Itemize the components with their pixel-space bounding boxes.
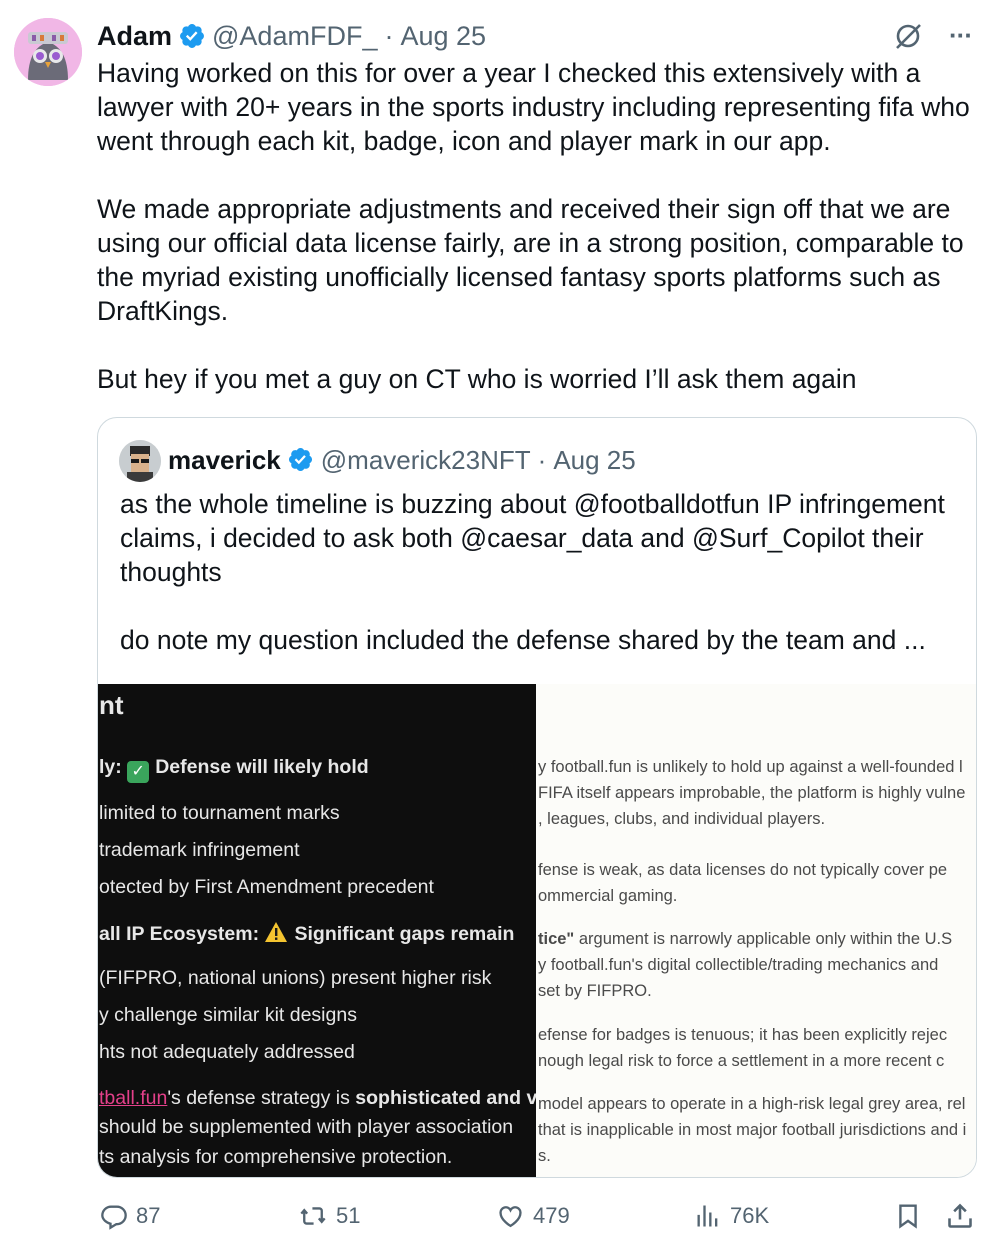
image-line: y challenge similar kit designs bbox=[99, 1004, 357, 1026]
quoted-header: maverick @maverick23NFT · Aug 25 bbox=[168, 442, 636, 478]
more-icon[interactable]: ··· bbox=[949, 20, 973, 51]
like-count: 479 bbox=[533, 1203, 570, 1228]
image-link: tball.fun bbox=[99, 1087, 168, 1109]
image-line: hts not adequately addressed bbox=[99, 1041, 355, 1063]
views-icon bbox=[694, 1202, 722, 1230]
separator-dot: · bbox=[537, 444, 547, 475]
image-line: (FIFPRO, national unions) present higher… bbox=[99, 967, 492, 989]
author-handle[interactable]: @AdamFDF_ bbox=[212, 21, 377, 52]
image-line: s. bbox=[538, 1147, 551, 1165]
tweet-date[interactable]: Aug 25 bbox=[400, 21, 486, 52]
image-line: otected by First Amendment precedent bbox=[99, 876, 434, 898]
quoted-author-handle[interactable]: @maverick23NFT bbox=[321, 445, 531, 476]
views-count: 76K bbox=[730, 1203, 770, 1228]
verified-badge-icon bbox=[178, 22, 206, 50]
like-button[interactable]: 479 bbox=[496, 1196, 570, 1236]
image-line: y football.fun is unlikely to hold up ag… bbox=[538, 758, 963, 776]
share-button[interactable] bbox=[946, 1196, 974, 1236]
quoted-text: as the whole timeline is buzzing about @… bbox=[120, 489, 945, 655]
header-actions: ··· bbox=[893, 20, 973, 51]
repost-icon bbox=[298, 1202, 328, 1230]
quoted-image-dark[interactable]: nt ly: ✓ Defense will likely hold limited… bbox=[98, 684, 536, 1177]
image-line: y football.fun's digital collectible/tra… bbox=[538, 956, 939, 974]
image-line: ly: ✓ Defense will likely hold bbox=[99, 756, 369, 783]
quoted-tweet[interactable]: maverick @maverick23NFT · Aug 25 as the … bbox=[97, 417, 977, 1178]
image-line: fense is weak, as data licenses do not t… bbox=[538, 861, 948, 879]
image-line: trademark infringement bbox=[99, 839, 300, 861]
quoted-image-light[interactable]: y football.fun is unlikely to hold up ag… bbox=[536, 684, 976, 1177]
verified-badge-icon bbox=[287, 446, 315, 474]
image-line: , leagues, clubs, and individual players… bbox=[538, 810, 826, 828]
image-line: that is inapplicable in most major footb… bbox=[538, 1121, 967, 1139]
like-icon bbox=[496, 1202, 525, 1230]
author-avatar[interactable] bbox=[14, 18, 82, 86]
reply-button[interactable]: 87 bbox=[100, 1196, 160, 1236]
image-line: efense for badges is tenuous; it has bee… bbox=[538, 1026, 948, 1044]
action-bar: 87 51 479 76K bbox=[0, 1196, 996, 1236]
repost-button[interactable]: 51 bbox=[298, 1196, 360, 1236]
grok-icon[interactable] bbox=[893, 21, 923, 51]
image-line: all IP Ecosystem: Significant gaps remai… bbox=[99, 921, 515, 945]
image-line: tball.fun's defense strategy is sophisti… bbox=[99, 1087, 536, 1109]
bookmark-icon bbox=[895, 1201, 921, 1231]
reply-count: 87 bbox=[136, 1203, 161, 1228]
share-icon bbox=[946, 1201, 974, 1231]
quoted-author-avatar[interactable] bbox=[119, 440, 161, 482]
image-line: nough legal risk to force a settlement i… bbox=[538, 1052, 945, 1070]
image-line: set by FIFPRO. bbox=[538, 982, 652, 1000]
warning-emoji-icon bbox=[264, 921, 288, 943]
image-line: should be supplemented with player assoc… bbox=[99, 1116, 514, 1138]
image-line: tice" argument is narrowly applicable on… bbox=[538, 930, 953, 948]
image-line: ts analysis for comprehensive protection… bbox=[99, 1146, 453, 1168]
image-heading: nt bbox=[99, 690, 124, 720]
quoted-author-name[interactable]: maverick bbox=[168, 445, 281, 476]
image-line: FIFA itself appears improbable, the plat… bbox=[538, 784, 966, 802]
repost-count: 51 bbox=[336, 1203, 361, 1228]
tweet-text: Having worked on this for over a year I … bbox=[97, 58, 970, 394]
image-line: model appears to operate in a high-risk … bbox=[538, 1095, 966, 1113]
author-name[interactable]: Adam bbox=[97, 21, 172, 52]
separator-dot: · bbox=[384, 20, 394, 51]
check-emoji-icon: ✓ bbox=[127, 761, 150, 783]
bookmark-button[interactable] bbox=[895, 1196, 921, 1236]
image-line: limited to tournament marks bbox=[99, 802, 340, 824]
views-button[interactable]: 76K bbox=[694, 1196, 769, 1236]
reply-icon bbox=[100, 1202, 128, 1230]
quoted-date[interactable]: Aug 25 bbox=[553, 445, 635, 476]
tweet-header: Adam @AdamFDF_ · Aug 25 bbox=[97, 18, 486, 54]
image-line: ommercial gaming. bbox=[538, 887, 678, 905]
